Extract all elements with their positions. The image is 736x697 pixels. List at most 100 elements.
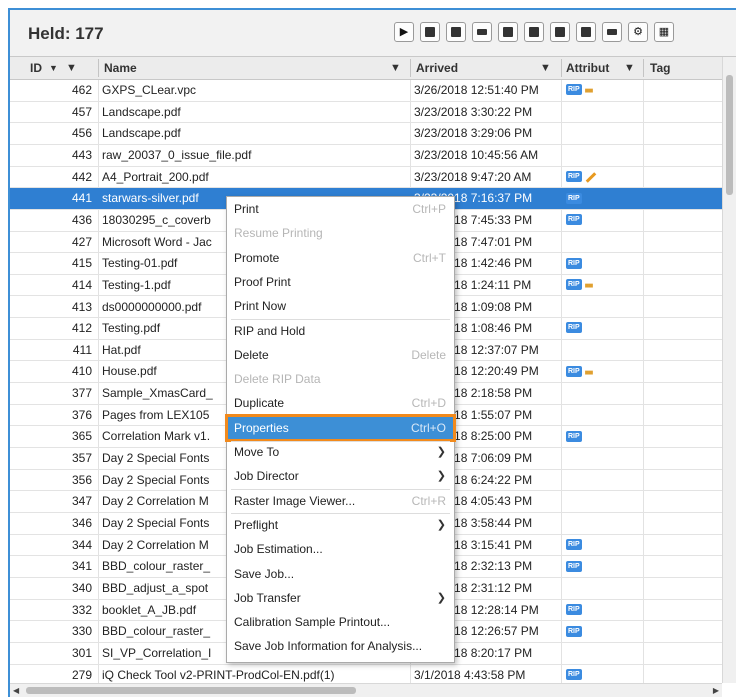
menu-item-delete[interactable]: Delete Delete [227, 343, 454, 367]
scrollbar-thumb[interactable] [26, 687, 356, 694]
printer-button[interactable] [602, 22, 622, 42]
shortcut-label: Ctrl+D [411, 396, 446, 411]
menu-item-label: Proof Print [234, 274, 291, 289]
job-name: A4_Portrait_200.pdf [102, 169, 209, 184]
play-button[interactable]: ▶ [394, 22, 414, 42]
table-row[interactable]: 462 GXPS_CLear.vpc 3/26/2018 12:51:40 PM RI… [10, 80, 722, 102]
column-attributes[interactable]: Attribut ▼ [566, 57, 642, 79]
filter-icon[interactable]: ▼ [540, 57, 551, 79]
menu-item-label: Delete [234, 347, 269, 362]
job-attributes: RIP ■■ [566, 275, 642, 296]
menu-item-promote[interactable]: Promote Ctrl+T [227, 246, 454, 270]
table-row[interactable]: 457 Landscape.pdf 3/23/2018 3:30:22 PM [10, 102, 722, 124]
menu-item-label: Move To [234, 445, 280, 459]
menu-item-preflight[interactable]: Preflight ❯ [227, 513, 454, 537]
rip-button[interactable] [472, 22, 492, 42]
menu-item-proof-print[interactable]: Proof Print [227, 270, 454, 294]
document-view-button[interactable] [420, 22, 440, 42]
attribute-dots-icon: ■■ [584, 281, 594, 291]
play-icon: ▶ [399, 25, 409, 38]
job-arrived: 3/23/2018 9:47:20 AM [414, 169, 532, 184]
job-id: 415 [71, 256, 92, 271]
raster-button[interactable] [576, 22, 596, 42]
gear-button[interactable]: ⚙ [628, 22, 648, 42]
job-id: 377 [71, 386, 92, 401]
sort-desc-icon[interactable]: ▼ [49, 57, 58, 79]
job-name: GXPS_CLear.vpc [102, 83, 197, 97]
menu-item-job-director[interactable]: Job Director ❯ [227, 464, 454, 488]
filter-icon[interactable]: ▼ [624, 57, 635, 79]
rip-badge: RIP [566, 279, 582, 291]
job-id: 414 [71, 277, 92, 292]
rip-badge: RIP [566, 322, 582, 334]
menu-item-properties[interactable]: Properties Ctrl+O [225, 413, 456, 442]
rip-icon [477, 29, 487, 35]
job-name: raw_20037_0_issue_file.pdf [102, 147, 252, 162]
shortcut-label: Ctrl+O [410, 420, 446, 435]
context-menu: Print Ctrl+P Resume Printing Promote Ctrl+T P… [225, 196, 456, 663]
menu-item-raster-image-viewer[interactable]: Raster Image Viewer... Ctrl+R [227, 489, 454, 513]
table-row[interactable]: 442 A4_Portrait_200.pdf 3/23/2018 9:47:20 … [10, 167, 722, 189]
scroll-left-icon[interactable]: ◀ [13, 686, 19, 695]
job-id: 443 [71, 147, 92, 162]
list-icon [529, 27, 539, 37]
menu-item-label: Duplicate [234, 396, 285, 411]
job-attributes: RIP [566, 535, 642, 556]
gear-icon: ⚙ [633, 25, 643, 38]
table-row[interactable]: 456 Landscape.pdf 3/23/2018 3:29:06 PM [10, 123, 722, 145]
job-id: 346 [71, 516, 92, 530]
table-row[interactable]: 443 raw_20037_0_issue_file.pdf 3/23/2018 1… [10, 145, 722, 167]
merge-icon [555, 27, 565, 37]
job-attributes: RIP [566, 600, 642, 621]
job-attributes: RIP [566, 167, 642, 188]
menu-item-job-estimation[interactable]: Job Estimation... [227, 537, 454, 561]
menu-item-calibration-sample-printout[interactable]: Calibration Sample Printout... [227, 610, 454, 634]
trash-button[interactable] [498, 22, 518, 42]
attribute-dots-icon: ■■ [584, 367, 594, 377]
column-tag[interactable]: Tag [650, 57, 720, 79]
menu-item-print-now[interactable]: Print Now [227, 294, 454, 318]
menu-item-label: Job Director [234, 469, 299, 484]
job-id: 436 [71, 212, 92, 227]
menu-item-label: Promote [234, 250, 280, 265]
menu-item-print[interactable]: Print Ctrl+P [227, 197, 454, 221]
scroll-right-icon[interactable]: ▶ [713, 686, 719, 695]
menu-item-save-job-information-for-analysis[interactable]: Save Job Information for Analysis... [227, 634, 454, 658]
rip-badge: RIP [566, 625, 582, 637]
job-id: 376 [71, 407, 92, 422]
vertical-scrollbar[interactable] [722, 57, 736, 683]
chevron-right-icon: ❯ [436, 470, 446, 483]
menu-item-job-transfer[interactable]: Job Transfer ❯ [227, 586, 454, 610]
scrollbar-thumb[interactable] [726, 75, 733, 195]
menu-item-label: Save Job... [234, 566, 295, 581]
document-edit-button[interactable] [446, 22, 466, 42]
chevron-right-icon: ❯ [436, 446, 446, 458]
menu-item-label: Print [234, 202, 259, 216]
job-id: 356 [71, 472, 92, 487]
job-id: 413 [71, 299, 92, 314]
menu-item-rip-and-hold[interactable]: RIP and Hold [227, 319, 454, 343]
job-name: Landscape.pdf [102, 104, 181, 119]
job-id: 411 [72, 342, 92, 357]
menu-item-label: Resume Printing [234, 226, 323, 241]
filter-icon[interactable]: ▼ [390, 57, 401, 79]
list-button[interactable] [524, 22, 544, 42]
job-arrived: 3/26/2018 12:51:40 PM [414, 83, 539, 97]
column-arrived[interactable]: Arrived ▼ [416, 57, 560, 79]
grid-button[interactable]: ▦ [654, 22, 674, 42]
job-arrived: 3/23/2018 3:30:22 PM [414, 104, 533, 119]
filter-icon[interactable]: ▼ [66, 57, 77, 79]
job-id: 301 [71, 645, 92, 660]
menu-item-duplicate[interactable]: Duplicate Ctrl+D [227, 391, 454, 415]
merge-button[interactable] [550, 22, 570, 42]
rip-badge: RIP [566, 603, 582, 615]
job-id: 441 [71, 191, 92, 206]
column-name[interactable]: Name ▼ [104, 57, 408, 79]
menu-item-move-to[interactable]: Move To ❯ [227, 440, 454, 464]
column-header-row: ID ▼ ▼ Name ▼ Arrived ▼ Attribut ▼ Tag [10, 57, 722, 80]
horizontal-scrollbar[interactable]: ◀ ▶ [10, 683, 722, 697]
rip-badge: RIP [566, 538, 582, 550]
column-id[interactable]: ID ▼ ▼ [30, 57, 100, 79]
menu-item-save-job[interactable]: Save Job... [227, 562, 454, 586]
job-id: 347 [71, 494, 92, 509]
